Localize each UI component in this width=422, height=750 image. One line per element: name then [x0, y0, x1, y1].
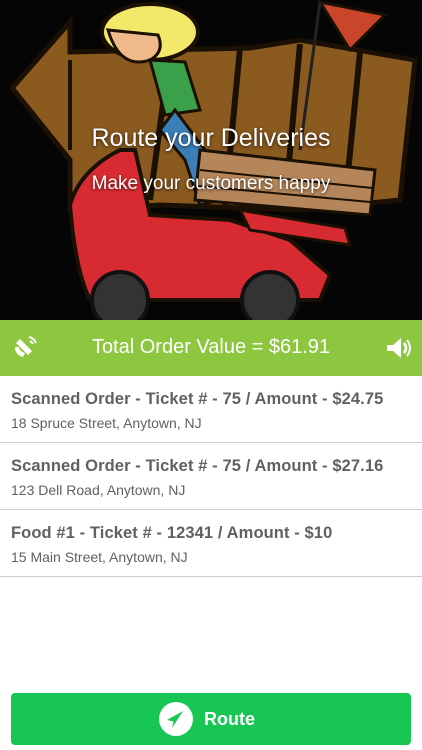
order-list-item[interactable]: Scanned Order - Ticket # - 75 / Amount -… — [0, 376, 422, 443]
order-list: Scanned Order - Ticket # - 75 / Amount -… — [0, 376, 422, 577]
order-address: 123 Dell Road, Anytown, NJ — [11, 482, 186, 498]
speaker-icon[interactable] — [384, 334, 412, 362]
order-address: 15 Main Street, Anytown, NJ — [11, 549, 188, 565]
hero-title: Route your Deliveries — [91, 124, 331, 152]
order-title: Scanned Order - Ticket # - 75 / Amount -… — [11, 390, 384, 408]
navigation-arrow-icon — [159, 702, 193, 736]
total-order-value: Total Order Value = $61.91 — [91, 336, 331, 358]
total-order-bar: Total Order Value = $61.91 — [0, 320, 422, 376]
order-title: Scanned Order - Ticket # - 75 / Amount -… — [11, 457, 384, 475]
delivery-scooter-illustration — [8, 0, 418, 320]
route-button[interactable]: Route — [11, 693, 411, 745]
route-button-label: Route — [204, 709, 255, 729]
order-title: Food #1 - Ticket # - 12341 / Amount - $1… — [11, 524, 333, 542]
hero-banner: Route your Deliveries Make your customer… — [0, 0, 422, 320]
hero-subtitle: Make your customers happy — [91, 173, 331, 194]
order-address: 18 Spruce Street, Anytown, NJ — [11, 415, 202, 431]
order-list-item[interactable]: Scanned Order - Ticket # - 75 / Amount -… — [0, 443, 422, 510]
order-list-item[interactable]: Food #1 - Ticket # - 12341 / Amount - $1… — [0, 510, 422, 577]
